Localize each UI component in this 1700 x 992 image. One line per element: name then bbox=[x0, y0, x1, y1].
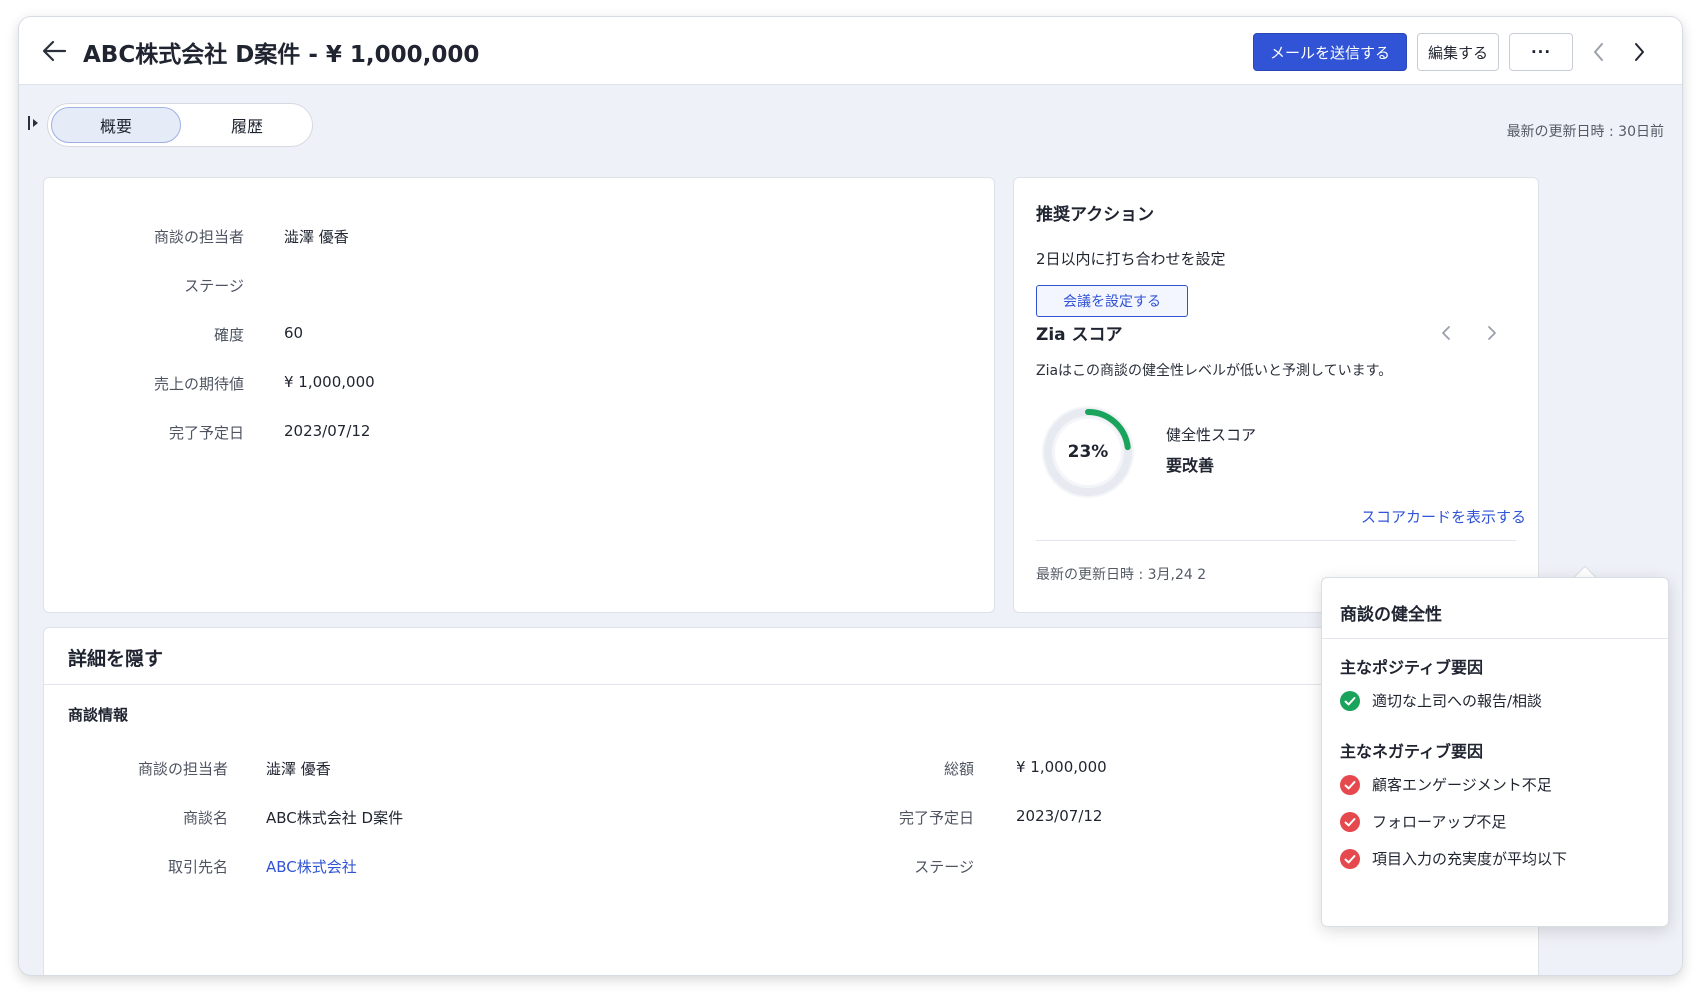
recommend-title: 推奨アクション bbox=[1036, 205, 1155, 225]
sidebar-toggle-icon[interactable] bbox=[27, 115, 41, 131]
tab-bar: 概要 履歴 最新の更新日時 : 30日前 bbox=[19, 85, 1682, 161]
page-title: ABC株式会社 D案件 - ¥ 1,000,000 bbox=[83, 42, 480, 68]
chevron-right-icon[interactable] bbox=[1482, 324, 1500, 342]
zia-updated-text: 最新の更新日時 : 3月,24 2 bbox=[1036, 567, 1207, 583]
send-mail-button[interactable]: メールを送信する bbox=[1253, 33, 1407, 71]
field-label: 商談の担当者 bbox=[153, 228, 244, 246]
field-label: 総額 bbox=[943, 760, 974, 778]
field-value: 2023/07/12 bbox=[1016, 807, 1103, 825]
health-score-percent: 23% bbox=[1067, 442, 1109, 462]
section-title: 商談情報 bbox=[68, 706, 129, 724]
hide-details-toggle[interactable]: 詳細を隠す bbox=[68, 644, 163, 671]
factor-label: 項目入力の充実度が平均以下 bbox=[1372, 850, 1568, 868]
check-circle-icon bbox=[1340, 690, 1360, 711]
field-value: 2023/07/12 bbox=[284, 422, 371, 440]
negative-factor: 顧客エンゲージメント不足 bbox=[1340, 774, 1552, 795]
tab-history[interactable]: 履歴 bbox=[184, 107, 310, 143]
field-label: ステージ bbox=[184, 277, 244, 295]
field-value: 60 bbox=[284, 324, 304, 342]
divider bbox=[1322, 638, 1668, 639]
field-label: 売上の期待値 bbox=[153, 375, 244, 393]
field-label: 取引先名 bbox=[167, 858, 228, 876]
summary-card: 商談の担当者 澁澤 優香 ステージ 確度 60 売上の期待値 ¥ 1,000,0… bbox=[43, 177, 995, 613]
divider bbox=[44, 684, 1538, 685]
field-label: 商談名 bbox=[182, 809, 228, 827]
more-options-button[interactable]: ··· bbox=[1509, 33, 1573, 71]
edit-button[interactable]: 編集する bbox=[1417, 33, 1499, 71]
field-label: 確度 bbox=[213, 326, 244, 344]
alert-check-icon bbox=[1340, 774, 1360, 795]
factor-label: 適切な上司への報告/相談 bbox=[1372, 692, 1543, 710]
field-label: 商談の担当者 bbox=[137, 760, 228, 778]
field-label: ステージ bbox=[914, 858, 974, 876]
field-value: ¥ 1,000,000 bbox=[1016, 758, 1107, 776]
show-scorecard-link[interactable]: スコアカードを表示する bbox=[1361, 506, 1526, 527]
field-label: 完了予定日 bbox=[168, 424, 244, 442]
positive-factors-heading: 主なポジティブ要因 bbox=[1340, 658, 1484, 677]
field-value: ABC株式会社 D案件 bbox=[266, 809, 404, 827]
tab-overview[interactable]: 概要 bbox=[51, 107, 181, 143]
app-window: ABC株式会社 D案件 - ¥ 1,000,000 メールを送信する 編集する … bbox=[19, 17, 1682, 975]
zia-description: Ziaはこの商談の健全性レベルが低いと予測しています。 bbox=[1036, 363, 1393, 379]
popover-title: 商談の健全性 bbox=[1340, 605, 1442, 625]
divider bbox=[1036, 540, 1516, 541]
field-value: ¥ 1,000,000 bbox=[284, 373, 375, 391]
last-updated-text: 最新の更新日時 : 30日前 bbox=[1506, 124, 1664, 140]
negative-factor: フォローアップ不足 bbox=[1340, 811, 1506, 832]
chevron-left-icon[interactable] bbox=[1438, 324, 1456, 342]
deal-health-popover: 商談の健全性 主なポジティブ要因 適切な上司への報告/相談 主なネガティブ要因 … bbox=[1321, 577, 1669, 927]
health-score-label: 健全性スコア bbox=[1166, 426, 1257, 444]
details-card: 詳細を隠す 商談情報 商談の担当者 澁澤 優香 商談名 ABC株式会社 D案件 … bbox=[43, 627, 1539, 975]
alert-check-icon bbox=[1340, 848, 1360, 869]
account-link[interactable]: ABC株式会社 bbox=[266, 856, 357, 877]
back-arrow-icon[interactable] bbox=[41, 39, 67, 63]
positive-factor: 適切な上司への報告/相談 bbox=[1340, 690, 1542, 711]
factor-label: フォローアップ不足 bbox=[1372, 813, 1507, 831]
schedule-meeting-button[interactable]: 会議を設定する bbox=[1036, 285, 1188, 317]
record-header: ABC株式会社 D案件 - ¥ 1,000,000 メールを送信する 編集する … bbox=[19, 17, 1682, 85]
alert-check-icon bbox=[1340, 811, 1360, 832]
health-score-value: 要改善 bbox=[1166, 456, 1215, 475]
recommendation-card: 推奨アクション 2日以内に打ち合わせを設定 会議を設定する Zia スコア Zi… bbox=[1013, 177, 1539, 613]
field-value: 澁澤 優香 bbox=[266, 760, 331, 778]
recommend-text: 2日以内に打ち合わせを設定 bbox=[1036, 250, 1226, 268]
field-label: 完了予定日 bbox=[898, 809, 974, 827]
field-value: 澁澤 優香 bbox=[284, 228, 349, 246]
next-record-icon[interactable] bbox=[1629, 41, 1649, 63]
zia-score-title: Zia スコア bbox=[1036, 325, 1123, 345]
previous-record-icon[interactable] bbox=[1589, 41, 1609, 63]
negative-factor: 項目入力の充実度が平均以下 bbox=[1340, 848, 1567, 869]
view-tabs: 概要 履歴 bbox=[47, 103, 313, 147]
factor-label: 顧客エンゲージメント不足 bbox=[1372, 776, 1552, 794]
negative-factors-heading: 主なネガティブ要因 bbox=[1340, 742, 1484, 761]
